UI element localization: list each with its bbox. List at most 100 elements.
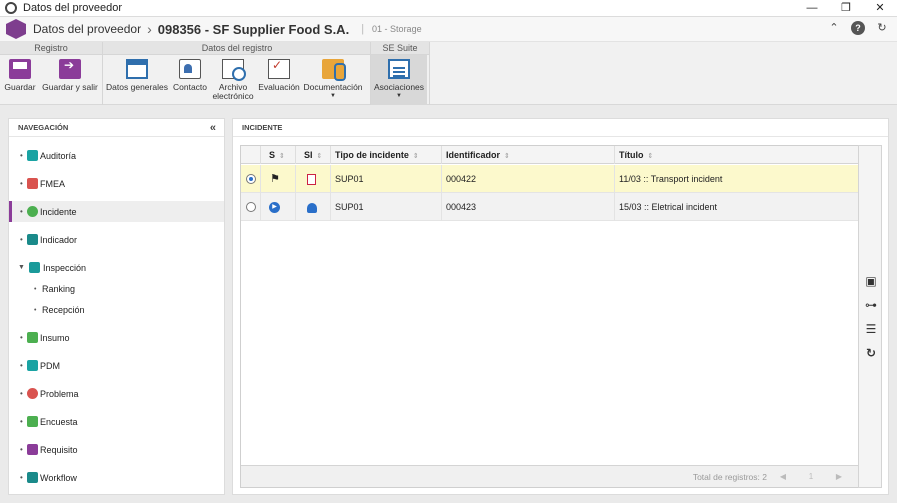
nav-item-incidente[interactable]: • Incidente	[9, 201, 224, 222]
nav-item-problema[interactable]: • Problema	[9, 383, 224, 404]
associations-icon	[388, 59, 410, 79]
view-record-icon[interactable]: ▣	[864, 274, 878, 288]
column-header-tipo[interactable]: Tipo de incidente ⇕	[331, 146, 442, 164]
nav-subitem-recepcion[interactable]: • Recepción	[9, 301, 224, 319]
inspection-icon	[29, 262, 40, 273]
incident-icon	[27, 206, 38, 217]
nav-item-requisito[interactable]: • Requisito	[9, 439, 224, 460]
column-header-identificador[interactable]: Identificador ⇕	[442, 146, 615, 164]
folder-attachment-icon	[322, 59, 346, 81]
nav-item-fmea[interactable]: • FMEA	[9, 173, 224, 194]
save-exit-icon	[59, 59, 81, 79]
chevron-down-icon: ▼	[396, 93, 402, 99]
user-icon	[307, 202, 317, 213]
cell-identificador: 000422	[442, 165, 615, 193]
cell-tipo: SUP01	[331, 193, 442, 221]
expand-caret-icon[interactable]: ▼	[18, 264, 25, 271]
cell-tipo: SUP01	[331, 165, 442, 193]
electronic-file-icon	[222, 59, 246, 81]
ribbon-group-label: Registro	[0, 42, 102, 55]
maximize-button[interactable]: ❐	[829, 0, 863, 17]
nav-subitem-ranking[interactable]: • Ranking	[9, 280, 224, 298]
evaluation-button[interactable]: Evaluación	[257, 55, 301, 105]
page-title: Datos del proveedor	[33, 22, 142, 36]
hierarchy-icon[interactable]: ⊶	[864, 298, 878, 312]
app-icon	[5, 2, 17, 14]
close-button[interactable]: ✕	[863, 0, 897, 17]
pagination: ◀ 1 ▶	[769, 469, 853, 485]
page-header: Datos del proveedor › 098356 - SF Suppli…	[0, 17, 897, 42]
content-area: NAVEGACIÓN « • Auditoría • FMEA • Incide…	[0, 105, 897, 503]
electronic-file-button[interactable]: Archivo electrónico	[209, 55, 257, 105]
general-data-button[interactable]: Datos generales	[103, 55, 171, 105]
ribbon-group-label: SE Suite	[371, 42, 429, 55]
next-page-button[interactable]: ▶	[825, 469, 853, 485]
grid-footer: Total de registros: 2 ◀ 1 ▶	[241, 465, 859, 487]
table-row[interactable]: ▶ SUP01 000423 15/03 :: Eletrical incide…	[241, 193, 859, 221]
ribbon-divider	[429, 42, 430, 105]
save-button[interactable]: Guardar	[0, 55, 40, 105]
pdm-icon	[27, 360, 38, 371]
chevron-down-icon: ▼	[330, 93, 336, 99]
minimize-button[interactable]: —	[795, 0, 829, 17]
audit-icon	[27, 150, 38, 161]
nav-item-encuesta[interactable]: • Encuesta	[9, 411, 224, 432]
evaluation-icon	[268, 59, 290, 79]
nav-item-insumo[interactable]: • Insumo	[9, 327, 224, 348]
record-subtitle: 01 - Storage	[372, 24, 422, 34]
collapse-up-icon[interactable]: ⌃	[827, 21, 841, 35]
incident-panel: INCIDENTE S ⇕ SI ⇕ Tipo de incidente ⇕ Iden…	[232, 118, 889, 495]
refresh-icon[interactable]: ↻	[864, 346, 878, 360]
window-titlebar: Datos del proveedor — ❐ ✕	[0, 0, 897, 17]
nav-item-pdm[interactable]: • PDM	[9, 355, 224, 376]
nav-item-inspeccion[interactable]: ▼ Inspección	[9, 257, 224, 278]
refresh-icon[interactable]: ↻	[875, 21, 889, 35]
window-title: Datos del proveedor	[23, 2, 123, 14]
record-title: 098356 - SF Supplier Food S.A.	[157, 21, 350, 37]
help-icon[interactable]: ?	[851, 21, 865, 35]
nav-item-workflow[interactable]: • Workflow	[9, 467, 224, 488]
navigation-header: NAVEGACIÓN «	[9, 119, 224, 137]
survey-icon	[27, 416, 38, 427]
ribbon-group-datos-registro: Datos del registro Datos generales Conta…	[103, 42, 371, 105]
nav-item-auditoria[interactable]: • Auditoría	[9, 145, 224, 166]
save-and-exit-button[interactable]: Guardar y salir	[40, 55, 100, 105]
nav-item-indicador[interactable]: • Indicador	[9, 229, 224, 250]
column-header-titulo[interactable]: Título ⇕	[615, 146, 859, 164]
collapse-left-icon[interactable]: «	[210, 119, 216, 137]
save-icon	[9, 59, 31, 79]
contact-button[interactable]: Contacto	[171, 55, 209, 105]
column-header-si[interactable]: SI ⇕	[296, 146, 331, 164]
row-radio[interactable]	[246, 174, 256, 184]
ribbon-group-se-suite: SE Suite Asociaciones ▼	[371, 42, 429, 105]
associations-button[interactable]: Asociaciones ▼	[371, 55, 427, 105]
ribbon-group-registro: Registro Guardar Guardar y salir	[0, 42, 102, 105]
row-radio[interactable]	[246, 202, 256, 212]
cell-titulo: 15/03 :: Eletrical incident	[619, 202, 718, 212]
prev-page-button[interactable]: ◀	[769, 469, 797, 485]
contact-card-icon	[179, 59, 201, 79]
grid-side-toolbar: ▣ ⊶ ☰ ↻	[858, 145, 882, 488]
window-icon	[126, 59, 148, 79]
select-column-header	[241, 146, 261, 164]
requirement-icon	[27, 444, 38, 455]
incident-panel-title: INCIDENTE	[233, 119, 888, 137]
total-records: Total de registros: 2	[692, 472, 767, 482]
list-icon[interactable]: ☰	[864, 322, 878, 336]
supplier-logo-icon	[6, 19, 26, 39]
documentation-button[interactable]: Documentación ▼	[301, 55, 365, 105]
header-divider: |	[361, 23, 365, 35]
ribbon-toolbar: Registro Guardar Guardar y salir Datos d…	[0, 42, 897, 105]
indicator-icon	[27, 234, 38, 245]
supply-icon	[27, 332, 38, 343]
workflow-icon	[27, 472, 38, 483]
page-number: 1	[808, 472, 814, 481]
navigation-panel: NAVEGACIÓN « • Auditoría • FMEA • Incide…	[8, 118, 225, 495]
table-row[interactable]: ⚑ SUP01 000422 11/03 :: Transport incide…	[241, 165, 859, 193]
ribbon-group-label: Datos del registro	[103, 42, 371, 55]
column-header-s[interactable]: S ⇕	[261, 146, 296, 164]
checklist-icon	[307, 174, 316, 186]
cell-identificador: 000423	[442, 193, 615, 221]
problem-icon	[27, 388, 38, 399]
play-icon: ▶	[269, 202, 280, 214]
